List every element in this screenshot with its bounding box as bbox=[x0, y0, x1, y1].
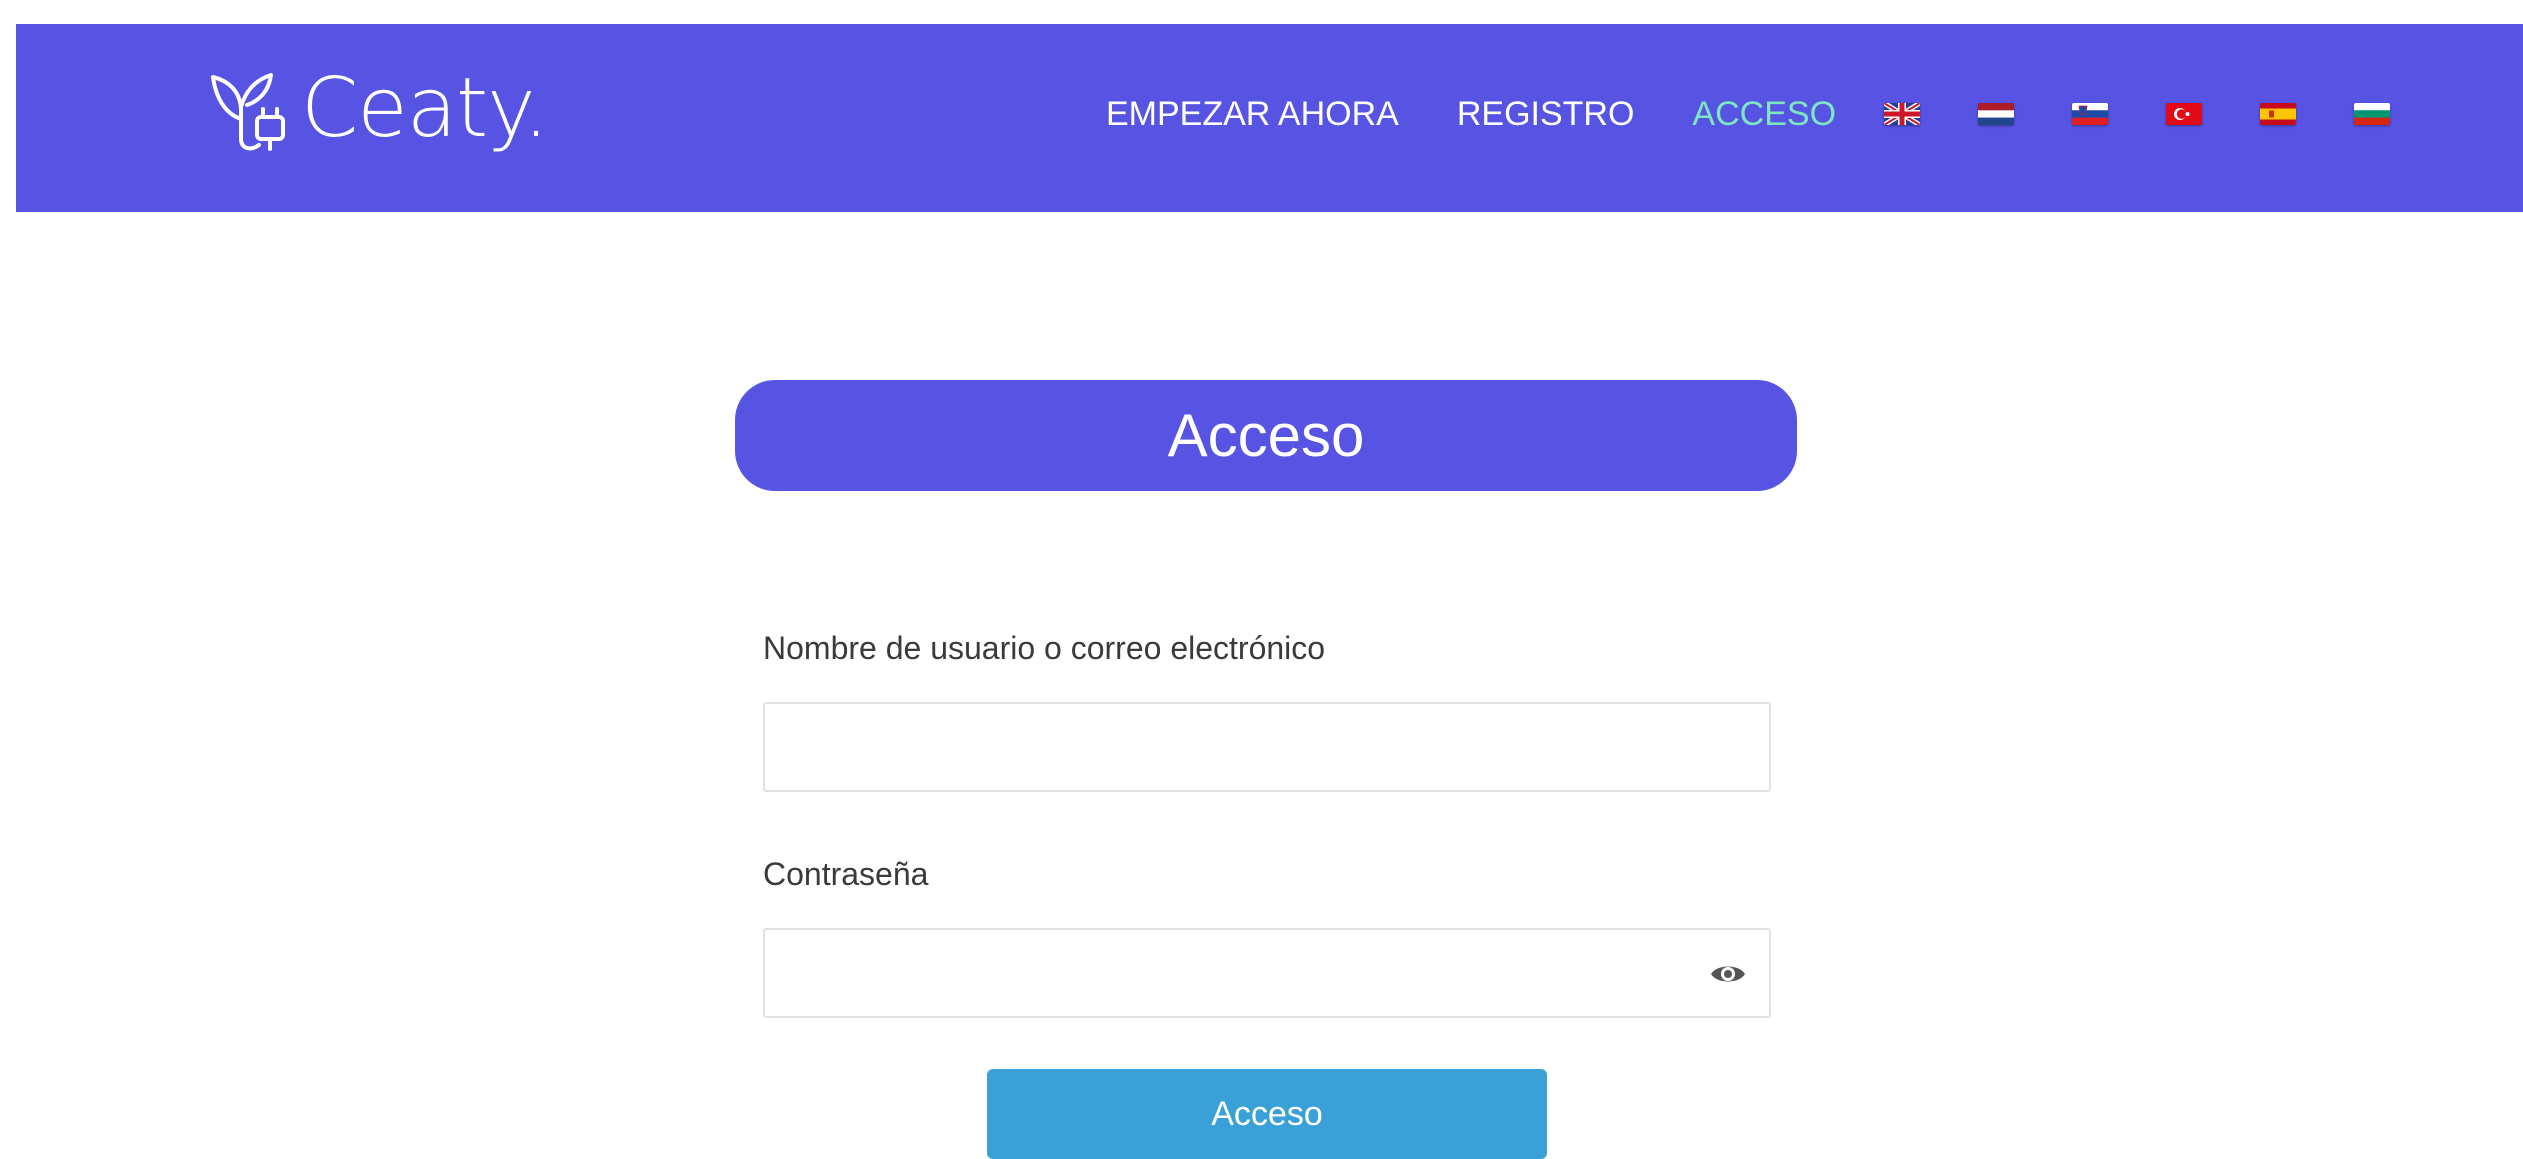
brand-name: Ceaty. bbox=[301, 61, 549, 156]
password-field[interactable] bbox=[765, 930, 1769, 1016]
netherlands-flag-icon[interactable] bbox=[1978, 103, 2015, 125]
eye-icon[interactable] bbox=[1709, 958, 1747, 990]
page-title: Acceso bbox=[735, 380, 1797, 491]
uk-flag-icon[interactable] bbox=[1884, 103, 1921, 125]
username-field-wrapper bbox=[763, 702, 1771, 792]
nav-link-registro[interactable]: REGISTRO bbox=[1457, 95, 1635, 134]
site-logo[interactable]: Ceaty. bbox=[201, 54, 549, 164]
bulgaria-flag-icon[interactable] bbox=[2354, 103, 2391, 125]
username-label: Nombre de usuario o correo electrónico bbox=[763, 630, 1326, 666]
site-header: Ceaty. EMPEZAR AHORA REGISTRO ACCESO bbox=[16, 24, 2523, 212]
main-nav: EMPEZAR AHORA REGISTRO ACCESO bbox=[1106, 84, 2448, 144]
slovenia-flag-icon[interactable] bbox=[2072, 103, 2109, 125]
login-form: Nombre de usuario o correo electrónico C… bbox=[763, 630, 1771, 1018]
username-field[interactable] bbox=[765, 704, 1769, 790]
password-label: Contraseña bbox=[763, 856, 929, 892]
nav-link-acceso[interactable]: ACCESO bbox=[1692, 95, 1836, 134]
turkey-flag-icon[interactable] bbox=[2166, 103, 2203, 125]
leaf-plug-logo-icon bbox=[211, 73, 285, 151]
language-selector bbox=[1884, 103, 2448, 125]
nav-link-empezar-ahora[interactable]: EMPEZAR AHORA bbox=[1106, 95, 1399, 134]
login-submit-button[interactable]: Acceso bbox=[987, 1069, 1547, 1159]
password-field-wrapper bbox=[763, 928, 1771, 1018]
spain-flag-icon[interactable] bbox=[2260, 103, 2297, 125]
